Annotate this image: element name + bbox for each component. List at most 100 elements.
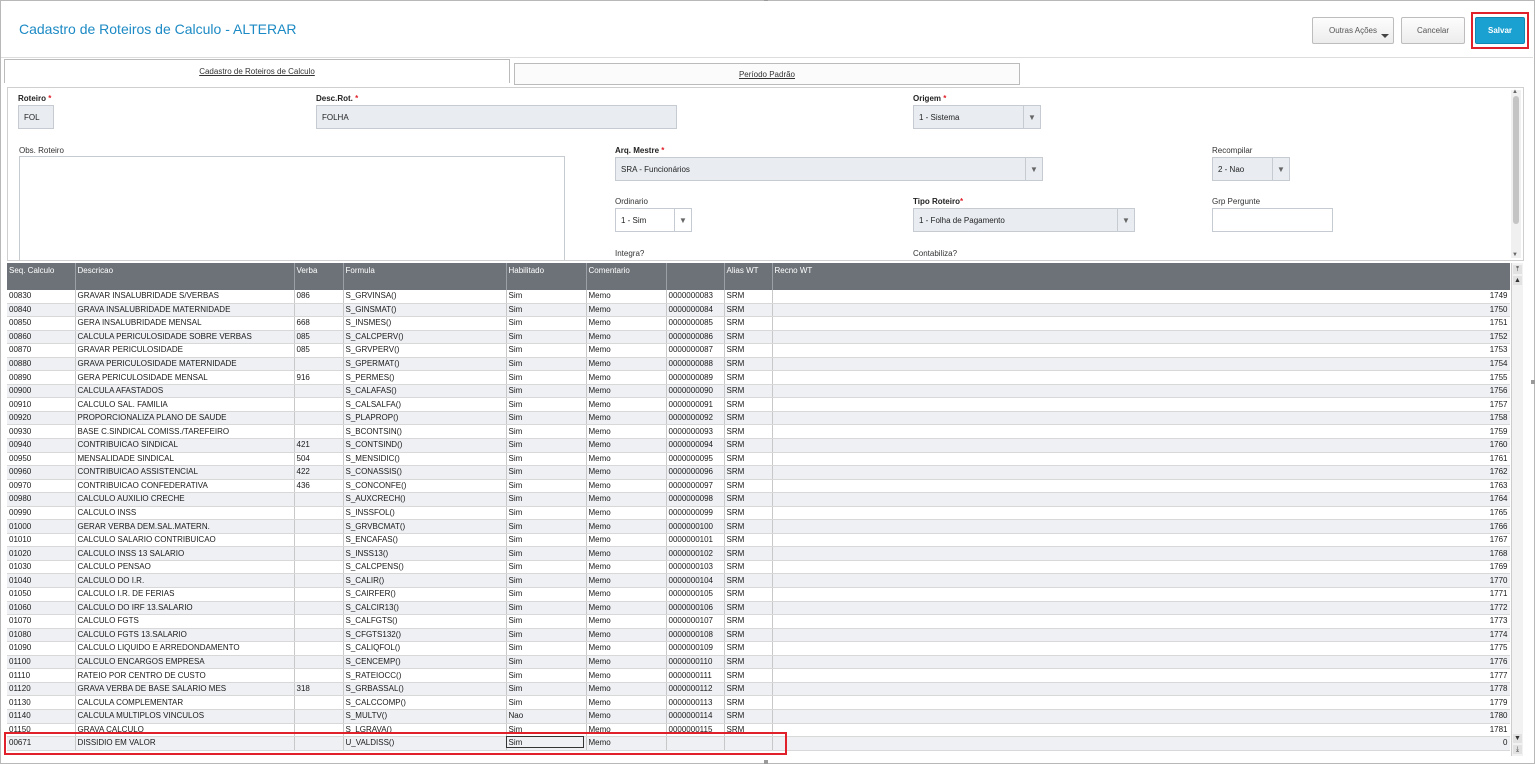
- column-header[interactable]: [666, 263, 725, 290]
- table-cell[interactable]: GERA PERICULOSIDADE MENSAL: [75, 370, 295, 385]
- table-cell[interactable]: 085: [294, 330, 344, 345]
- cancel-button[interactable]: Cancelar: [1401, 17, 1465, 44]
- table-cell[interactable]: Memo: [586, 560, 667, 575]
- table-cell[interactable]: 1753: [772, 343, 1510, 358]
- resize-handle-right[interactable]: [1531, 380, 1535, 384]
- table-cell[interactable]: 0000000097: [666, 479, 725, 494]
- table-cell[interactable]: Sim: [506, 560, 587, 575]
- table-cell[interactable]: CALCULO AUXILIO CRECHE: [75, 492, 295, 507]
- table-row[interactable]: 00870 GRAVAR PERICULOSIDADE 085 S_GRVPERV()…: [7, 343, 1510, 358]
- table-cell[interactable]: SRM: [724, 316, 773, 331]
- table-cell[interactable]: SRM: [724, 357, 773, 372]
- table-cell[interactable]: 00940: [7, 438, 76, 453]
- table-cell[interactable]: Memo: [586, 709, 667, 724]
- table-cell[interactable]: 504: [294, 452, 344, 467]
- table-cell[interactable]: SRM: [724, 533, 773, 548]
- desc-rot-field[interactable]: FOLHA: [316, 105, 677, 129]
- table-cell[interactable]: 00930: [7, 424, 76, 439]
- table-cell[interactable]: 0000000114: [666, 709, 725, 724]
- table-cell[interactable]: SRM: [724, 655, 773, 670]
- table-cell[interactable]: 00920: [7, 411, 76, 426]
- table-cell[interactable]: 0000000090: [666, 384, 725, 399]
- table-row[interactable]: 00980 CALCULO AUXILIO CRECHE S_AUXCRECH() S…: [7, 492, 1510, 507]
- table-cell[interactable]: 0000000102: [666, 546, 725, 561]
- table-row[interactable]: 01150 GRAVA CALCULO S_LGRAVA() Sim Memo 00000…: [7, 723, 1510, 738]
- table-cell[interactable]: S_CALIR(): [343, 573, 507, 589]
- table-cell[interactable]: [294, 641, 344, 656]
- table-cell[interactable]: 086: [294, 290, 344, 304]
- table-cell[interactable]: SRM: [724, 452, 773, 467]
- table-cell[interactable]: 1776: [772, 655, 1510, 670]
- table-cell[interactable]: Nao: [506, 709, 587, 724]
- table-cell[interactable]: [294, 628, 344, 643]
- table-cell[interactable]: 1778: [772, 682, 1510, 697]
- table-cell[interactable]: 0000000110: [666, 655, 725, 670]
- table-cell[interactable]: S_CFGTS132(): [343, 628, 507, 643]
- table-cell[interactable]: S_ENCAFAS(): [343, 533, 507, 548]
- table-cell[interactable]: RATEIO POR CENTRO DE CUSTO: [75, 668, 295, 683]
- table-cell[interactable]: Sim: [506, 628, 587, 643]
- table-cell[interactable]: Memo: [586, 357, 667, 372]
- table-cell[interactable]: 0000000087: [666, 343, 725, 358]
- table-cell[interactable]: Sim: [506, 479, 587, 494]
- table-cell[interactable]: Memo: [586, 492, 667, 507]
- column-header[interactable]: Formula: [343, 263, 507, 290]
- table-row[interactable]: 00860 CALCULA PERICULOSIDADE SOBRE VERBAS…: [7, 330, 1510, 345]
- table-cell[interactable]: CALCULO I.R. DE FERIAS: [75, 587, 295, 602]
- grid-scrollbar[interactable]: ⤒ ▲ ▼ ⤓: [1511, 263, 1523, 756]
- table-cell[interactable]: CALCULA AFASTADOS: [75, 384, 295, 399]
- table-cell[interactable]: [294, 506, 344, 521]
- table-cell[interactable]: Sim: [506, 397, 587, 412]
- table-cell[interactable]: S_MENSIDIC(): [343, 452, 507, 467]
- table-cell[interactable]: 1767: [772, 533, 1510, 548]
- table-cell[interactable]: Sim: [506, 452, 587, 467]
- table-cell[interactable]: S_GRVINSA(): [343, 290, 507, 304]
- table-row[interactable]: 00960 CONTRIBUICAO ASSISTENCIAL 422 S_CONAS…: [7, 465, 1510, 480]
- table-cell[interactable]: 0000000106: [666, 601, 725, 616]
- column-header[interactable]: Recno WT: [772, 263, 1510, 290]
- table-cell[interactable]: S_CALCCOMP(): [343, 695, 507, 710]
- table-cell[interactable]: SRM: [724, 397, 773, 412]
- table-cell[interactable]: 01060: [7, 601, 76, 616]
- table-cell[interactable]: 1773: [772, 614, 1510, 629]
- table-cell[interactable]: Sim: [506, 303, 587, 318]
- scroll-page-up-icon[interactable]: ▲: [1513, 276, 1522, 285]
- table-cell[interactable]: SRM: [724, 343, 773, 358]
- table-cell[interactable]: 01010: [7, 533, 76, 548]
- table-cell[interactable]: 1779: [772, 695, 1510, 710]
- table-cell[interactable]: Memo: [586, 736, 667, 751]
- table-cell[interactable]: Sim: [506, 384, 587, 399]
- table-cell[interactable]: [294, 533, 344, 548]
- table-cell[interactable]: S_AUXCRECH(): [343, 492, 507, 507]
- table-cell[interactable]: Memo: [586, 668, 667, 683]
- table-cell[interactable]: [294, 519, 344, 534]
- table-cell[interactable]: SRM: [724, 303, 773, 318]
- table-cell[interactable]: GRAVAR INSALUBRIDADE S/VERBAS: [75, 290, 295, 304]
- table-cell[interactable]: 1771: [772, 587, 1510, 602]
- table-cell[interactable]: CALCULO INSS 13 SALARIO: [75, 546, 295, 561]
- table-cell[interactable]: DISSIDIO EM VALOR: [75, 736, 295, 751]
- scroll-page-down-icon[interactable]: ▼: [1513, 734, 1522, 743]
- table-cell[interactable]: [724, 736, 773, 751]
- table-cell[interactable]: 01050: [7, 587, 76, 602]
- table-cell[interactable]: GERA INSALUBRIDADE MENSAL: [75, 316, 295, 331]
- table-cell[interactable]: SRM: [724, 628, 773, 643]
- table-cell[interactable]: 668: [294, 316, 344, 331]
- table-cell[interactable]: Memo: [586, 546, 667, 561]
- table-cell[interactable]: Sim: [506, 533, 587, 548]
- table-cell[interactable]: Sim: [506, 668, 587, 683]
- resize-handle-bottom[interactable]: [764, 760, 768, 764]
- table-cell[interactable]: Sim: [506, 506, 587, 521]
- table-row[interactable]: 01020 CALCULO INSS 13 SALARIO S_INSS13() Si…: [7, 546, 1510, 561]
- table-cell[interactable]: S_GPERMAT(): [343, 357, 507, 372]
- table-cell[interactable]: 0000000112: [666, 682, 725, 697]
- table-cell[interactable]: 0000000107: [666, 614, 725, 629]
- table-cell[interactable]: Memo: [586, 723, 667, 738]
- table-cell[interactable]: MENSALIDADE SINDICAL: [75, 452, 295, 467]
- table-row[interactable]: 01080 CALCULO FGTS 13.SALARIO S_CFGTS132()…: [7, 628, 1510, 643]
- table-cell[interactable]: Memo: [586, 614, 667, 629]
- table-cell[interactable]: 1768: [772, 546, 1510, 561]
- table-cell[interactable]: Memo: [586, 303, 667, 318]
- table-cell[interactable]: 1755: [772, 370, 1510, 385]
- table-row[interactable]: 01060 CALCULO DO IRF 13.SALARIO S_CALCIR13…: [7, 601, 1510, 616]
